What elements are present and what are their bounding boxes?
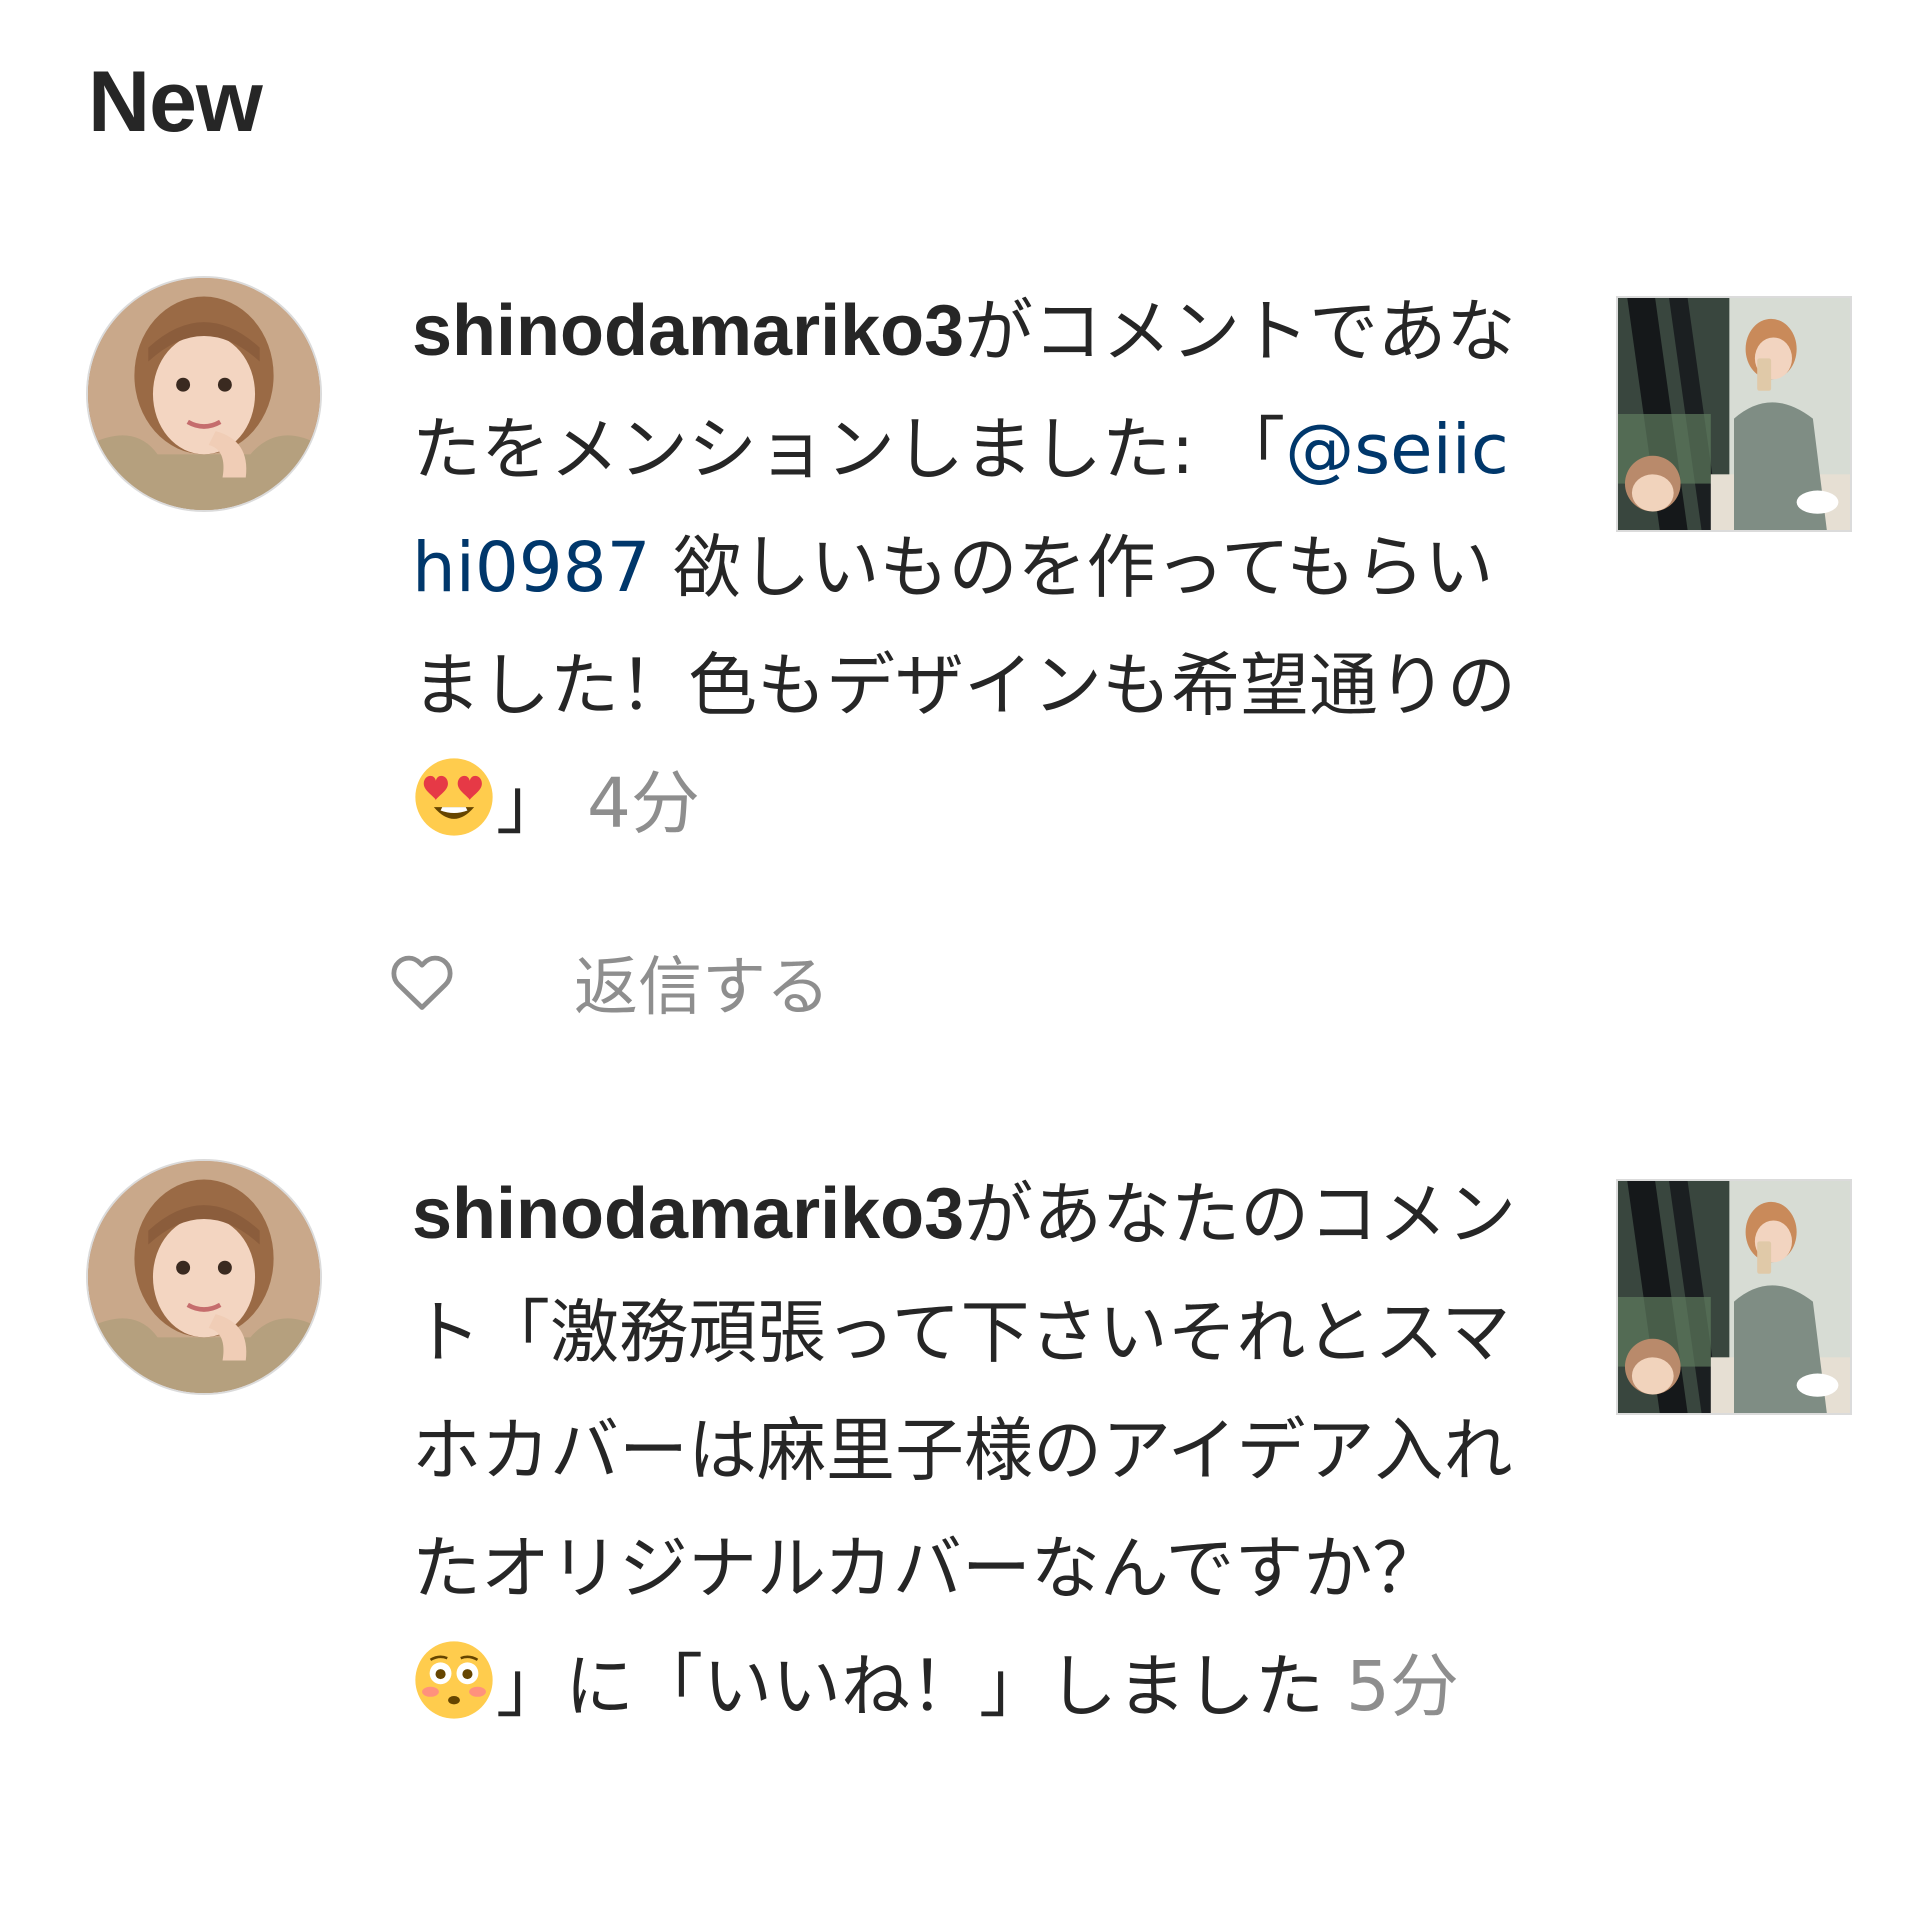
timestamp: 5分 <box>1345 1647 1459 1727</box>
section-title: New <box>88 54 263 150</box>
post-thumbnail[interactable] <box>1616 296 1852 532</box>
post-thumbnail[interactable] <box>1616 1179 1852 1415</box>
notification-text: shinodamariko3がコメントであなたをメンションしました: 「@sei… <box>412 272 1522 863</box>
notification-message-end: 」に「いいね！」しました <box>496 1647 1346 1727</box>
post-thumbnail-image <box>1618 1181 1850 1413</box>
activity-feed: New shinodamariko3がコメントであなたをメンションしました: 「… <box>0 0 1920 1912</box>
reply-button[interactable]: 返信する <box>574 936 830 1028</box>
heart-outline-icon[interactable] <box>386 946 458 1018</box>
avatar-image <box>88 1161 320 1393</box>
flushed-face-emoji <box>412 1638 496 1722</box>
heart-eyes-emoji <box>412 755 496 839</box>
avatar[interactable] <box>86 276 322 512</box>
notification-actions: 返信する <box>386 932 830 1032</box>
username[interactable]: shinodamariko3 <box>412 1174 964 1254</box>
notification-text: shinodamariko3があなたのコメント「激務頑張って下さいそれとスマホカ… <box>412 1155 1522 1746</box>
avatar[interactable] <box>86 1159 322 1395</box>
timestamp: 4分 <box>586 764 700 844</box>
avatar-image <box>88 278 320 510</box>
username[interactable]: shinodamariko3 <box>412 291 964 371</box>
notification-message-end: 」 <box>496 764 587 844</box>
post-thumbnail-image <box>1618 298 1850 530</box>
